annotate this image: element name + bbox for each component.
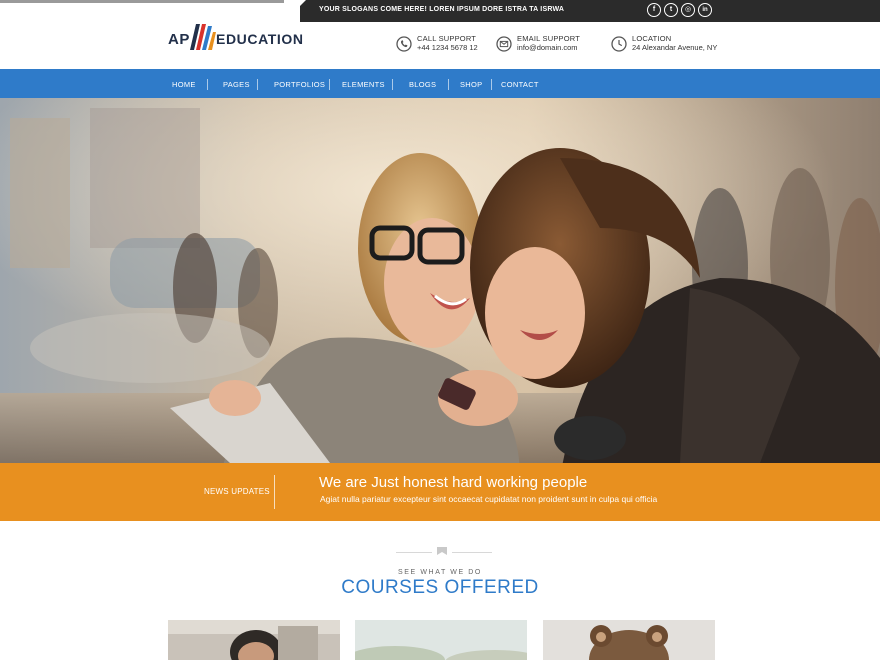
logo-prefix: AP xyxy=(168,31,190,48)
phone-icon xyxy=(396,36,412,52)
clock-location-icon xyxy=(611,36,627,52)
title-divider-left xyxy=(396,552,432,553)
nav-separator xyxy=(392,79,393,90)
email-support-title: EMAIL SUPPORT xyxy=(517,34,581,43)
news-title[interactable]: We are Just honest hard working people xyxy=(319,474,587,491)
linkedin-icon[interactable]: in xyxy=(698,3,712,17)
email-icon xyxy=(496,36,512,52)
nav-shop[interactable]: SHOP xyxy=(460,80,482,89)
location-value: 24 Alexandar Avenue, NY xyxy=(632,43,718,52)
ribbon-icon xyxy=(437,547,447,555)
instagram-icon[interactable]: ◎ xyxy=(681,3,695,17)
news-updates-band: NEWS UPDATES We are Just honest hard wor… xyxy=(0,463,880,521)
nav-elements[interactable]: ELEMENTS xyxy=(342,80,385,89)
nav-separator xyxy=(491,79,492,90)
nav-contact[interactable]: CONTACT xyxy=(501,80,539,89)
nav-separator xyxy=(448,79,449,90)
nav-portfolios[interactable]: PORTFOLIOS xyxy=(274,80,325,89)
logo-books-icon xyxy=(190,24,216,50)
news-updates-label: NEWS UPDATES xyxy=(204,487,270,496)
section-kicker: SEE WHAT WE DO xyxy=(398,569,482,576)
twitter-icon[interactable]: t xyxy=(664,3,678,17)
course-photo-man xyxy=(168,620,340,660)
location-title: LOCATION xyxy=(632,34,672,43)
section-title: COURSES OFFERED xyxy=(341,577,539,598)
title-divider-right xyxy=(452,552,492,553)
course-photo-landscape xyxy=(355,620,527,660)
course-card-image[interactable] xyxy=(168,620,340,660)
nav-pages[interactable]: PAGES xyxy=(223,80,250,89)
main-nav: HOME PAGES PORTFOLIOS ELEMENTS BLOGS SHO… xyxy=(0,69,880,98)
top-bar: YOUR SLOGANS COME HERE! LOREN IPSUM DORE… xyxy=(0,0,880,22)
facebook-icon[interactable]: f xyxy=(647,3,661,17)
nav-home[interactable]: HOME xyxy=(172,80,196,89)
page: YOUR SLOGANS COME HERE! LOREN IPSUM DORE… xyxy=(0,0,880,660)
call-support-value[interactable]: +44 1234 5678 12 xyxy=(417,43,478,52)
news-divider xyxy=(274,475,275,509)
nav-separator xyxy=(257,79,258,90)
nav-blogs[interactable]: BLOGS xyxy=(409,80,436,89)
call-support-title: CALL SUPPORT xyxy=(417,34,477,43)
hero-image xyxy=(0,98,880,463)
course-photo-bear xyxy=(543,620,715,660)
top-slogan: YOUR SLOGANS COME HERE! LOREN IPSUM DORE… xyxy=(319,6,565,13)
nav-separator xyxy=(329,79,330,90)
nav-separator xyxy=(207,79,208,90)
course-card-image[interactable] xyxy=(543,620,715,660)
logo-text: EDUCATION xyxy=(216,31,304,47)
course-card-image[interactable] xyxy=(355,620,527,660)
email-support-value[interactable]: info@domain.com xyxy=(517,43,578,52)
hero-photo xyxy=(0,98,880,463)
news-text: Agiat nulla pariatur excepteur sint occa… xyxy=(320,494,658,504)
